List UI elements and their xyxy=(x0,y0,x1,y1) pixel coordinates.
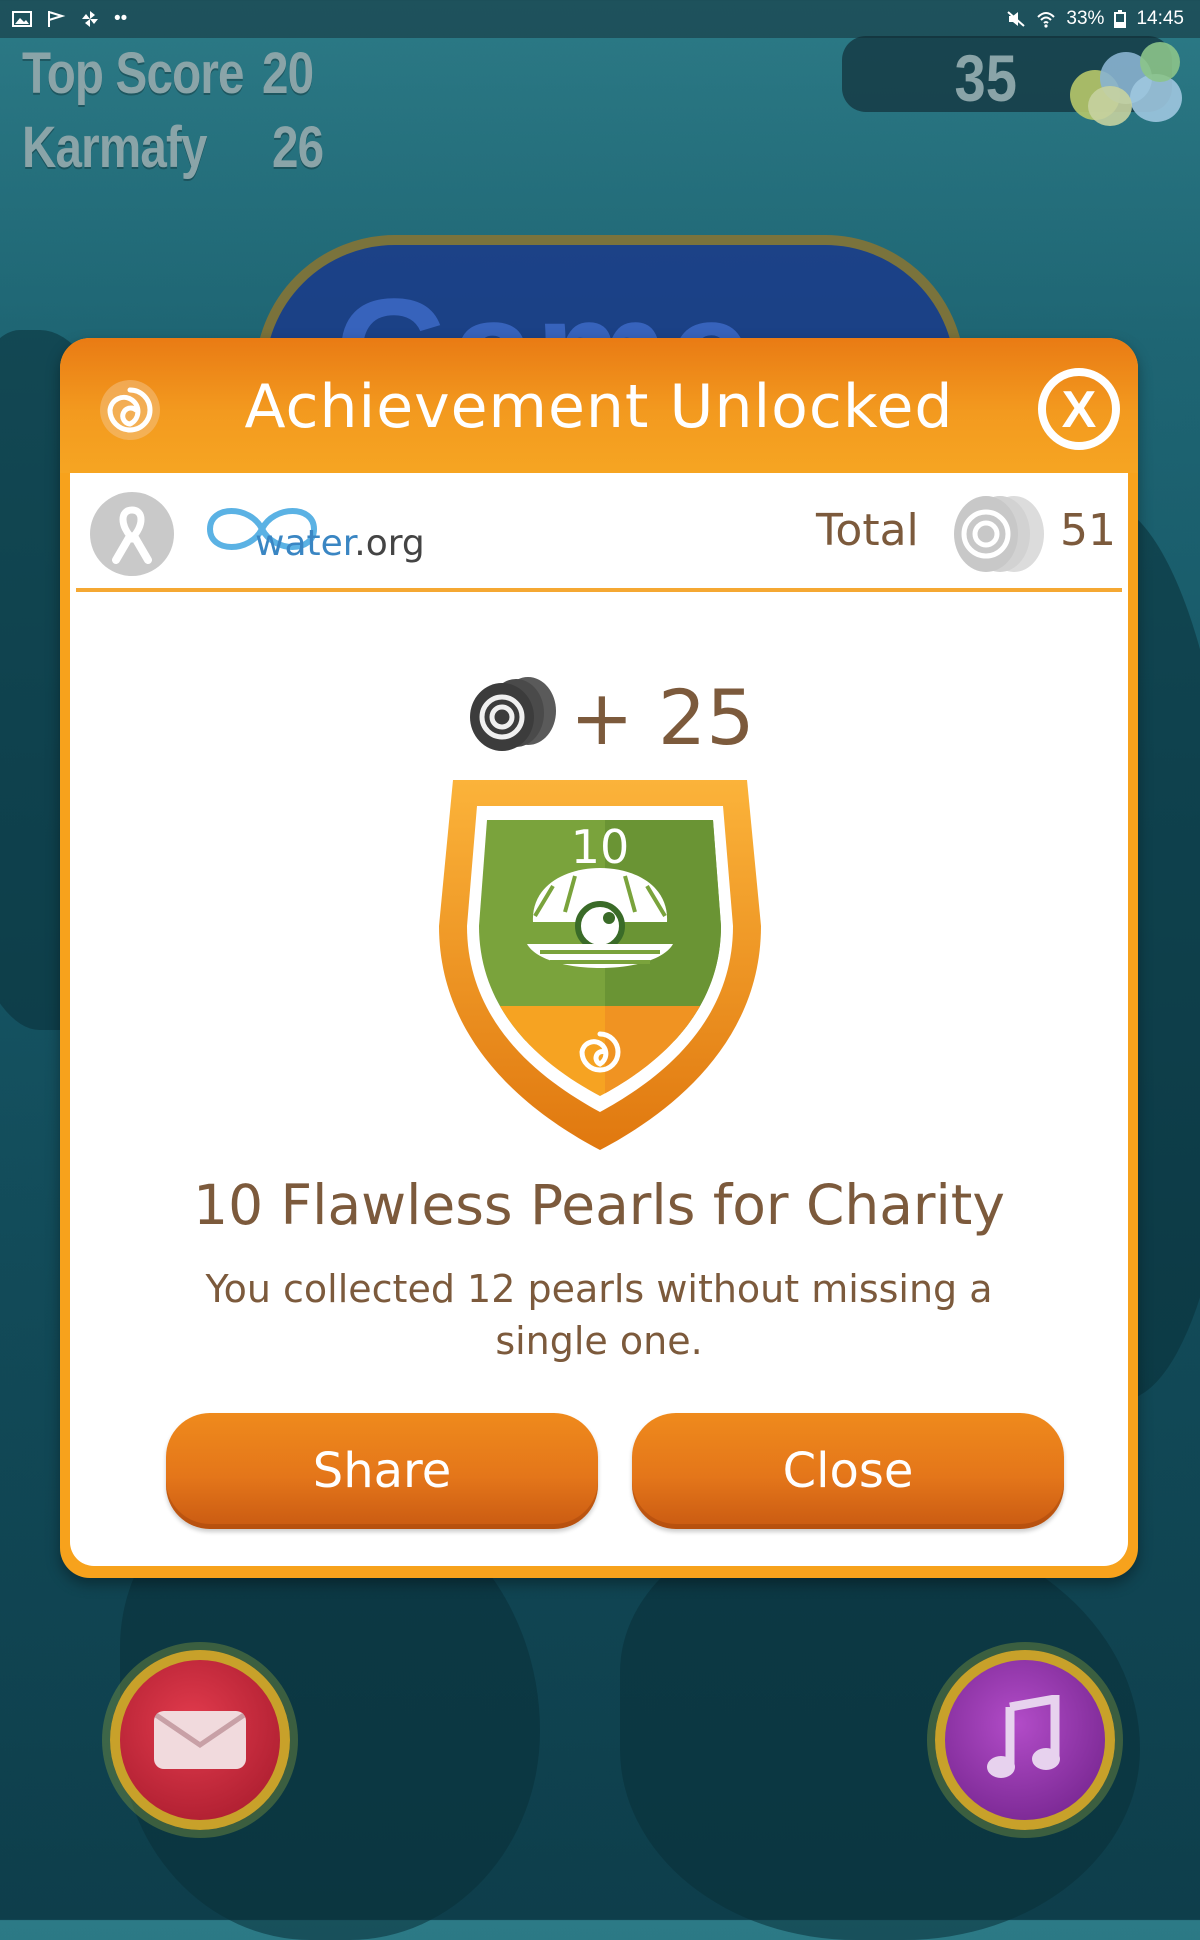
reward-amount: + 25 xyxy=(570,673,755,762)
top-score-row: Top Score 20 xyxy=(22,40,314,107)
wifi-icon xyxy=(1037,12,1056,28)
top-score-value: 20 xyxy=(262,41,314,106)
battery-percent: 33% xyxy=(1066,8,1105,29)
coin-stack-icon xyxy=(954,496,1044,572)
clock: 14:45 xyxy=(1136,8,1184,29)
mail-icon xyxy=(154,1711,246,1769)
player-score: 26 xyxy=(272,115,324,180)
player-score-row: Karmafy 26 xyxy=(22,114,324,181)
close-x-button[interactable]: X xyxy=(1038,368,1120,450)
share-button[interactable]: Share xyxy=(166,1413,598,1529)
total-value: 51 xyxy=(1060,505,1116,556)
more-dots-icon: •• xyxy=(114,8,128,29)
top-score-label: Top Score xyxy=(22,41,244,106)
player-name: Karmafy xyxy=(22,115,207,180)
image-icon xyxy=(12,11,32,27)
achievement-dialog: Achievement Unlocked X water.org Total 5… xyxy=(60,338,1138,1578)
achievement-title: 10 Flawless Pearls for Charity xyxy=(193,1173,1005,1237)
charity-info-bar: water.org Total 51 xyxy=(70,473,1128,585)
water-org-logo-suffix: .org xyxy=(354,523,425,564)
dialog-body: water.org Total 51 + 25 10 10 Flawless P… xyxy=(70,473,1128,1566)
pinwheel-icon xyxy=(82,11,98,27)
music-note-icon xyxy=(987,1695,1060,1778)
achievement-description: You collected 12 pearls without missing … xyxy=(205,1267,993,1363)
coin-stack-icon xyxy=(470,677,556,751)
music-button[interactable] xyxy=(935,1650,1115,1830)
battery-icon xyxy=(1114,10,1127,28)
reward-row: + 25 xyxy=(70,673,1128,773)
mute-icon xyxy=(1007,11,1026,27)
divider xyxy=(76,588,1122,592)
check-flag-icon xyxy=(48,11,66,27)
total-label: Total xyxy=(816,505,919,556)
pearl-count: 35 xyxy=(954,41,1017,115)
water-org-logo-text: water.org xyxy=(255,523,425,564)
badge-number: 10 xyxy=(570,820,630,874)
achievement-badge: 10 xyxy=(435,776,765,1154)
status-bar: •• 33% 14:45 xyxy=(0,0,1200,38)
water-org-logo-main: water xyxy=(255,523,355,564)
dialog-title: Achievement Unlocked xyxy=(244,372,954,442)
dialog-header: Achievement Unlocked X xyxy=(60,338,1138,473)
mail-button[interactable] xyxy=(110,1650,290,1830)
close-button[interactable]: Close xyxy=(632,1413,1064,1529)
charity-ribbon-icon xyxy=(90,492,174,576)
